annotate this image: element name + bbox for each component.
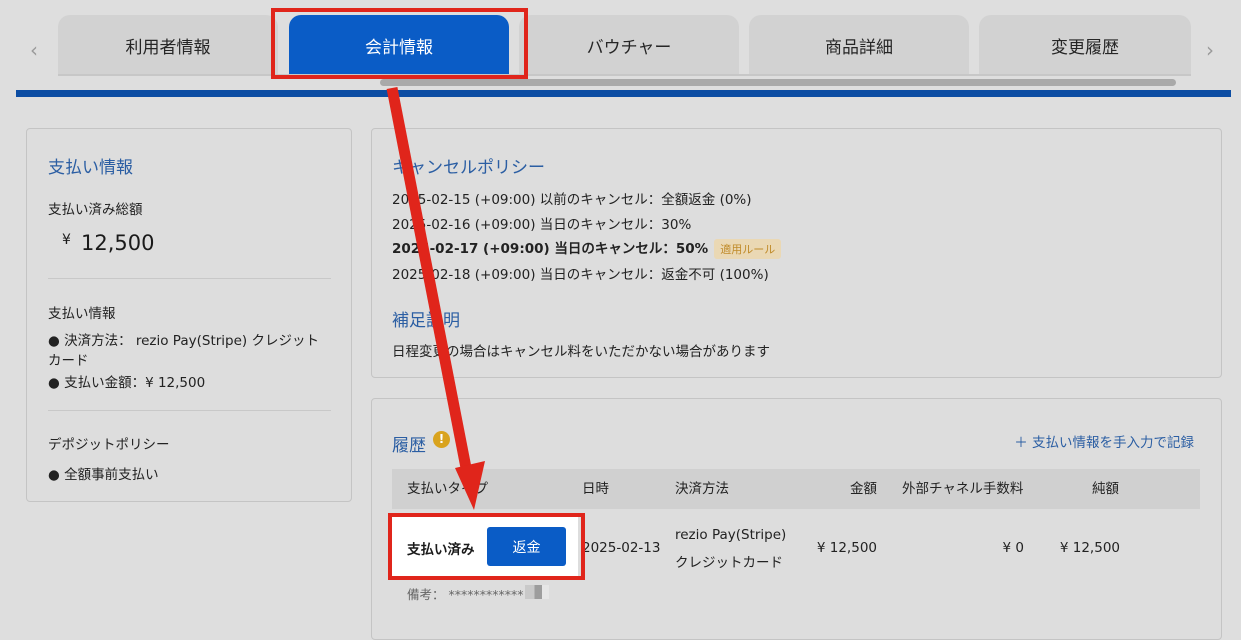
arrow-shaft	[386, 86, 474, 480]
annotation-arrow	[386, 86, 485, 510]
arrow-head-icon	[455, 461, 485, 510]
